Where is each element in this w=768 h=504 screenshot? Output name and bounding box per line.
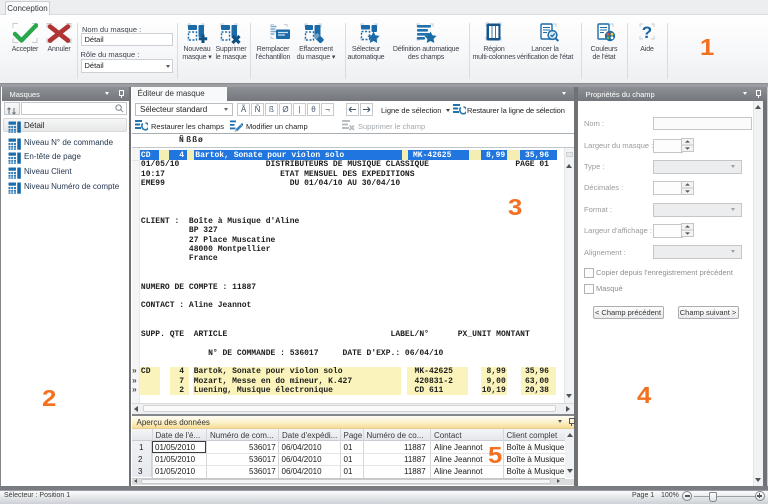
svg-text:?: ? (642, 23, 652, 42)
